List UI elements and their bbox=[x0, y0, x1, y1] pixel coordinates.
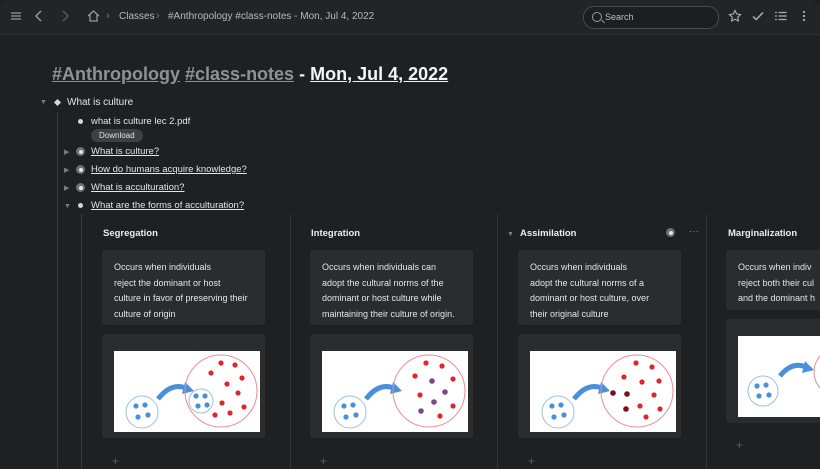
column-title[interactable]: Marginalization bbox=[728, 228, 797, 239]
definition-card[interactable]: Occurs when individuals adopt the cultur… bbox=[518, 250, 681, 325]
title-dash: - bbox=[294, 64, 311, 84]
collapsed-bullet[interactable] bbox=[666, 228, 675, 237]
acculturation-diagram-image bbox=[530, 351, 676, 432]
add-card-icon[interactable]: + bbox=[736, 438, 743, 452]
card-line: maintaining their culture of origin. bbox=[322, 308, 455, 319]
search-placeholder: Search bbox=[605, 12, 634, 22]
forward-icon[interactable] bbox=[57, 9, 73, 25]
outline-item-acquire-knowledge[interactable]: How do humans acquire knowledge? bbox=[91, 164, 247, 175]
image-card[interactable] bbox=[518, 334, 681, 438]
card-line: Occurs when individuals can bbox=[322, 262, 437, 272]
card-line: and the dominant h bbox=[738, 293, 816, 304]
acculturation-diagram-image bbox=[738, 336, 820, 417]
star-icon[interactable] bbox=[727, 9, 743, 25]
chevron-right-icon: › bbox=[156, 10, 160, 22]
outline-item-acculturation[interactable]: What is acculturation? bbox=[91, 182, 184, 193]
column-title[interactable]: Integration bbox=[311, 228, 360, 239]
card-text: Occurs when individuals reject the domin… bbox=[114, 260, 248, 322]
app-window: › Classes › #Anthropology #class-notes -… bbox=[0, 0, 820, 469]
expand-arrow-icon[interactable]: ▶ bbox=[64, 148, 69, 156]
definition-card[interactable]: Occurs when individuals can adopt the cu… bbox=[310, 250, 473, 325]
list-icon[interactable] bbox=[773, 9, 789, 25]
search-icon bbox=[592, 12, 602, 22]
block-bullet[interactable] bbox=[78, 203, 83, 208]
add-card-icon[interactable]: + bbox=[320, 454, 327, 468]
more-icon[interactable] bbox=[796, 9, 812, 25]
column-divider bbox=[497, 214, 498, 469]
check-icon[interactable] bbox=[750, 9, 766, 25]
block-bullet[interactable] bbox=[53, 98, 62, 107]
add-card-icon[interactable]: + bbox=[528, 454, 535, 468]
collapse-arrow-icon[interactable]: ▼ bbox=[40, 99, 47, 106]
collapse-arrow-icon[interactable]: ▼ bbox=[507, 231, 514, 238]
column-divider bbox=[706, 214, 707, 469]
card-text: Occurs when indiv reject both their cul … bbox=[738, 260, 815, 307]
acculturation-diagram-image bbox=[114, 351, 260, 432]
collapsed-bullet[interactable] bbox=[76, 147, 85, 156]
add-card-icon[interactable]: + bbox=[112, 454, 119, 468]
outline-item-forms[interactable]: What are the forms of acculturation? bbox=[91, 200, 244, 211]
collapsed-bullet[interactable] bbox=[76, 183, 85, 192]
top-bar: › Classes › #Anthropology #class-notes -… bbox=[0, 0, 820, 35]
breadcrumb-parent[interactable]: Classes bbox=[119, 11, 155, 22]
image-card[interactable] bbox=[726, 319, 820, 423]
image-card[interactable] bbox=[310, 334, 473, 438]
title-date[interactable]: Mon, Jul 4, 2022 bbox=[310, 64, 448, 84]
card-text: Occurs when individuals can adopt the cu… bbox=[322, 260, 455, 322]
outline-item-what-is-culture[interactable]: What is culture? bbox=[91, 146, 159, 157]
card-line: dominant or host culture, over bbox=[530, 293, 650, 304]
card-line: dominant or host culture while bbox=[322, 293, 442, 304]
outline-guide-line bbox=[81, 214, 82, 469]
expand-arrow-icon[interactable]: ▶ bbox=[64, 166, 69, 174]
back-icon[interactable] bbox=[31, 9, 47, 25]
card-text: Occurs when individuals adopt the cultur… bbox=[530, 260, 649, 322]
card-line: their original culture bbox=[530, 308, 609, 319]
search-box[interactable]: Search bbox=[583, 6, 719, 29]
title-tag-class-notes[interactable]: #class-notes bbox=[185, 64, 294, 84]
pdf-file-name[interactable]: what is culture lec 2.pdf bbox=[91, 116, 190, 127]
title-tag-anthropology[interactable]: #Anthropology bbox=[52, 64, 180, 84]
column-title[interactable]: Assimilation bbox=[520, 228, 577, 239]
card-line: adopt the cultural norms of the bbox=[322, 277, 444, 288]
menu-icon[interactable] bbox=[8, 9, 24, 25]
card-line: culture of origin bbox=[114, 308, 176, 319]
more-icon[interactable]: ··· bbox=[689, 226, 699, 237]
breadcrumb-current[interactable]: #Anthropology #class-notes - Mon, Jul 4,… bbox=[168, 11, 374, 22]
home-icon[interactable] bbox=[85, 9, 101, 25]
card-line: Occurs when individuals bbox=[114, 262, 212, 272]
card-line: reject both their cul bbox=[738, 277, 815, 288]
collapse-arrow-icon[interactable]: ▼ bbox=[64, 203, 71, 210]
column-divider bbox=[290, 214, 291, 469]
block-bullet[interactable] bbox=[78, 119, 83, 124]
collapsed-bullet[interactable] bbox=[76, 165, 85, 174]
expand-arrow-icon[interactable]: ▶ bbox=[64, 184, 69, 192]
download-button[interactable]: Download bbox=[91, 129, 143, 142]
card-line: reject the dominant or host bbox=[114, 277, 221, 288]
column-title[interactable]: Segregation bbox=[103, 228, 158, 239]
card-line: adopt the cultural norms of a bbox=[530, 277, 645, 288]
definition-card[interactable]: Occurs when indiv reject both their cul … bbox=[726, 250, 820, 310]
outline-guide-line bbox=[57, 112, 58, 469]
card-line: culture in favor of preserving their bbox=[114, 293, 248, 304]
chevron-right-icon: › bbox=[106, 10, 110, 22]
acculturation-diagram-image bbox=[322, 351, 468, 432]
card-line: Occurs when indiv bbox=[738, 262, 812, 272]
image-card[interactable] bbox=[102, 334, 265, 438]
card-line: Occurs when individuals bbox=[530, 262, 628, 272]
page-title: #Anthropology #class-notes - Mon, Jul 4,… bbox=[52, 64, 448, 85]
definition-card[interactable]: Occurs when individuals reject the domin… bbox=[102, 250, 265, 325]
outline-root[interactable]: What is culture bbox=[67, 97, 133, 108]
